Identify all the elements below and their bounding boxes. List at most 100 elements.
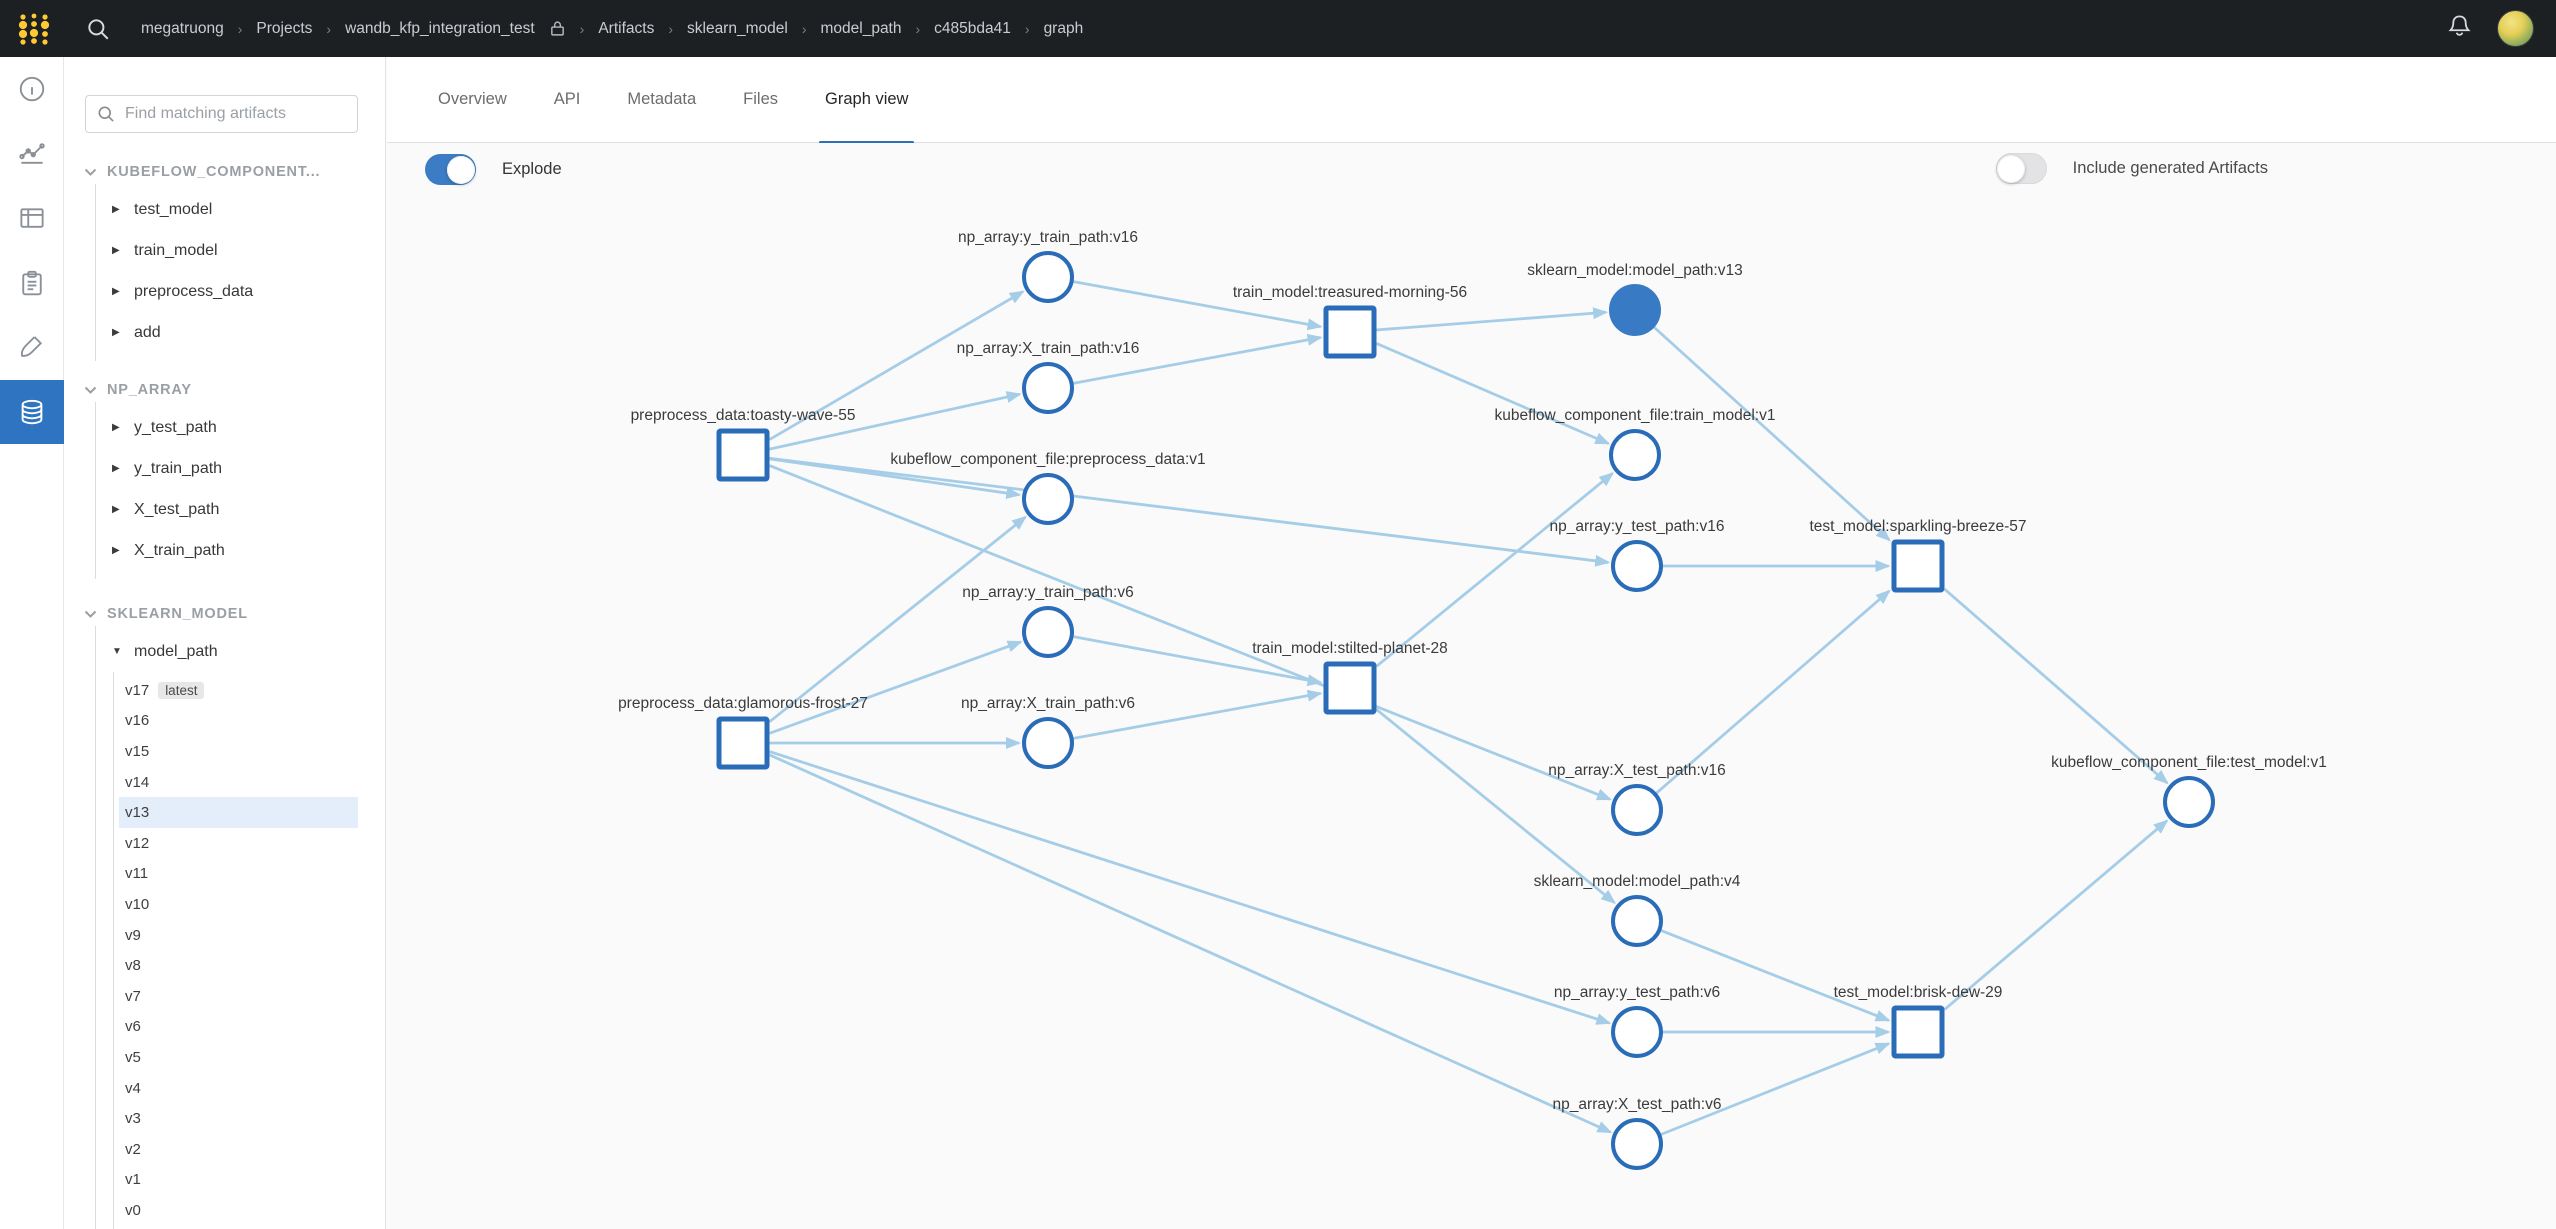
rail-item-broom[interactable] <box>0 315 64 380</box>
section-header[interactable]: SKLEARN_MODEL <box>84 602 386 626</box>
include-generated-artifacts-label: Include generated Artifacts <box>2073 159 2268 178</box>
search-icon[interactable] <box>85 16 111 42</box>
sidebar-item-add[interactable]: ▶add <box>96 312 386 353</box>
section-header[interactable]: NP_ARRAY <box>84 378 386 402</box>
graph-node-run[interactable] <box>1894 1008 1942 1056</box>
include-generated-artifacts-toggle[interactable] <box>1996 153 2047 184</box>
sidebar-item-test_model[interactable]: ▶test_model <box>96 189 386 230</box>
sidebar-item-y_train_path[interactable]: ▶y_train_path <box>96 448 386 489</box>
version-row-v13[interactable]: v13 <box>119 797 358 828</box>
graph-edge <box>1377 312 1607 330</box>
breadcrumb-item[interactable]: sklearn_model <box>687 20 788 38</box>
graph-node-artifact[interactable] <box>1024 253 1072 301</box>
search-input[interactable] <box>125 105 347 123</box>
version-row-v17[interactable]: v17latest <box>114 675 358 706</box>
graph-node-artifact[interactable] <box>1024 719 1072 767</box>
graph-node-artifact[interactable] <box>1613 1008 1661 1056</box>
graph-node-label: np_array:y_test_path:v16 <box>1550 518 1725 535</box>
section-label: SKLEARN_MODEL <box>107 606 248 622</box>
rail-item-info[interactable] <box>0 57 64 122</box>
breadcrumb-separator: › <box>326 21 331 37</box>
sidebar-item-y_test_path[interactable]: ▶y_test_path <box>96 407 386 448</box>
version-row-v3[interactable]: v3 <box>114 1103 358 1134</box>
version-label: v2 <box>125 1141 141 1158</box>
breadcrumb-item[interactable]: c485bda41 <box>934 20 1011 38</box>
version-row-v16[interactable]: v16 <box>114 706 358 737</box>
graph-node-artifact[interactable] <box>1024 475 1072 523</box>
sidebar-item-model_path[interactable]: ▼model_path <box>96 631 386 672</box>
tab-graph-view[interactable]: Graph view <box>825 57 908 143</box>
bell-icon[interactable] <box>2446 13 2473 45</box>
sidebar-item-X_train_path[interactable]: ▶X_train_path <box>96 530 386 571</box>
rail-item-database[interactable] <box>0 380 64 445</box>
graph-node-run[interactable] <box>1326 308 1374 356</box>
graph-node-artifact[interactable] <box>1024 608 1072 656</box>
breadcrumb-item[interactable]: graph <box>1044 20 1084 38</box>
breadcrumb-item[interactable]: Projects <box>256 20 312 38</box>
version-row-v9[interactable]: v9 <box>114 920 358 951</box>
version-row-v15[interactable]: v15 <box>114 736 358 767</box>
graph-node-label: train_model:treasured-morning-56 <box>1233 284 1467 301</box>
breadcrumb-separator: › <box>802 21 807 37</box>
graph-node-label: test_model:brisk-dew-29 <box>1834 984 2003 1001</box>
graph-node-artifact[interactable] <box>1613 897 1661 945</box>
version-row-v11[interactable]: v11 <box>114 859 358 890</box>
graph-node-artifact[interactable] <box>1611 431 1659 479</box>
triangle-right-icon: ▶ <box>112 504 122 515</box>
artifact-search[interactable] <box>85 95 358 133</box>
tree-item-label: y_train_path <box>134 460 222 478</box>
version-row-v1[interactable]: v1 <box>114 1165 358 1196</box>
graph-node-artifact[interactable] <box>1024 364 1072 412</box>
version-label: v0 <box>125 1202 141 1219</box>
version-row-v5[interactable]: v5 <box>114 1042 358 1073</box>
graph-node-label: train_model:stilted-planet-28 <box>1252 640 1448 657</box>
triangle-right-icon: ▶ <box>112 422 122 433</box>
version-row-v0[interactable]: v0 <box>114 1195 358 1226</box>
triangle-right-icon: ▶ <box>112 327 122 338</box>
section-header[interactable]: KUBEFLOW_COMPONENT... <box>84 160 386 184</box>
version-row-v8[interactable]: v8 <box>114 950 358 981</box>
breadcrumb-item[interactable]: wandb_kfp_integration_test <box>345 20 535 38</box>
explode-toggle[interactable] <box>425 154 476 185</box>
nav-rail <box>0 57 64 1229</box>
graph-edge <box>770 752 1610 1024</box>
graph-node-artifact[interactable] <box>1613 786 1661 834</box>
sidebar-item-X_test_path[interactable]: ▶X_test_path <box>96 489 386 530</box>
graph-node-artifact[interactable] <box>2165 778 2213 826</box>
graph-node-run[interactable] <box>719 431 767 479</box>
sidebar-item-preprocess_data[interactable]: ▶preprocess_data <box>96 271 386 312</box>
rail-item-chart[interactable] <box>0 122 64 187</box>
graph-node-run[interactable] <box>1326 664 1374 712</box>
tab-files[interactable]: Files <box>743 57 778 143</box>
avatar[interactable] <box>2497 10 2534 47</box>
rail-item-clipboard[interactable] <box>0 251 64 316</box>
version-row-v12[interactable]: v12 <box>114 828 358 859</box>
version-row-v7[interactable]: v7 <box>114 981 358 1012</box>
version-row-v2[interactable]: v2 <box>114 1134 358 1165</box>
graph-edge <box>1377 343 1609 443</box>
version-row-v4[interactable]: v4 <box>114 1073 358 1104</box>
breadcrumb-item[interactable]: Artifacts <box>598 20 654 38</box>
version-row-v6[interactable]: v6 <box>114 1012 358 1043</box>
graph-node-label: kubeflow_component_file:preprocess_data:… <box>890 451 1205 468</box>
graph-node-artifact[interactable] <box>1613 542 1661 590</box>
graph-node-artifact[interactable] <box>1611 286 1659 334</box>
sidebar-item-train_model[interactable]: ▶train_model <box>96 230 386 271</box>
breadcrumb-item[interactable]: model_path <box>820 20 901 38</box>
graph-node-label: kubeflow_component_file:train_model:v1 <box>1495 407 1776 424</box>
graph-node-run[interactable] <box>719 719 767 767</box>
breadcrumb: megatruong › Projects › wandb_kfp_integratio… <box>141 19 1083 38</box>
tab-metadata[interactable]: Metadata <box>627 57 696 143</box>
rail-item-table[interactable] <box>0 186 64 251</box>
tree-item-label: model_path <box>134 643 218 661</box>
graph-node-label: np_array:X_test_path:v16 <box>1548 762 1726 779</box>
graph-node-run[interactable] <box>1894 542 1942 590</box>
version-row-v10[interactable]: v10 <box>114 889 358 920</box>
clipboard-icon <box>17 268 47 298</box>
breadcrumb-item[interactable]: megatruong <box>141 20 224 38</box>
tab-overview[interactable]: Overview <box>438 57 507 143</box>
tab-api[interactable]: API <box>554 57 581 143</box>
version-row-v14[interactable]: v14 <box>114 767 358 798</box>
graph-node-artifact[interactable] <box>1613 1120 1661 1168</box>
wandb-logo[interactable] <box>17 12 51 46</box>
